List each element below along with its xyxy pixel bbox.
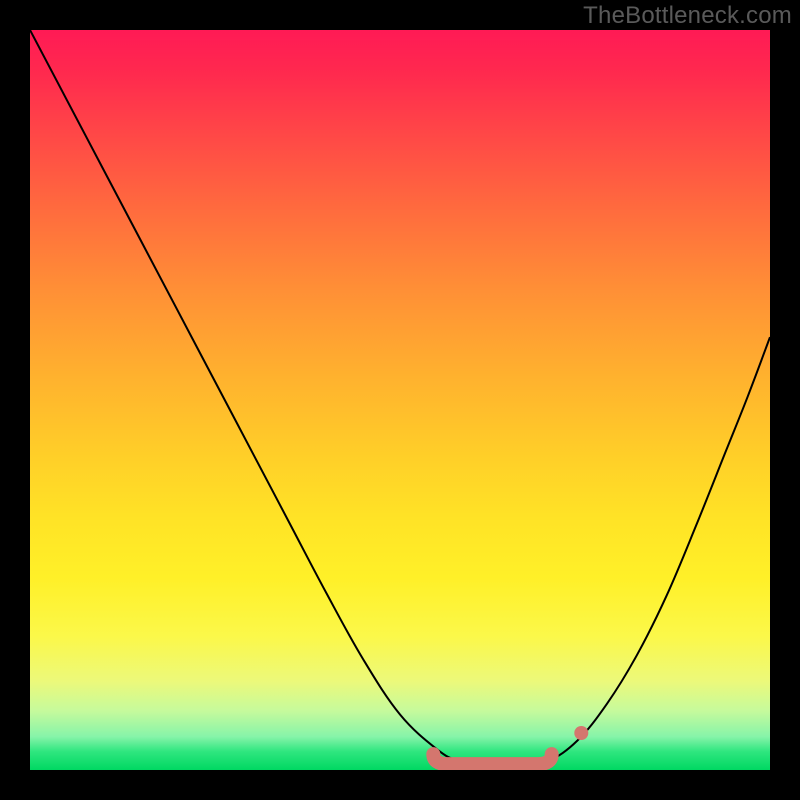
chart-overlay-svg (30, 30, 770, 770)
salmon-dot-marker (574, 726, 588, 740)
plot-area (30, 30, 770, 770)
bottleneck-curve (30, 30, 770, 767)
watermark-text: TheBottleneck.com (583, 2, 792, 30)
chart-stage: TheBottleneck.com (0, 0, 800, 800)
optimal-zone-marker (433, 754, 551, 764)
